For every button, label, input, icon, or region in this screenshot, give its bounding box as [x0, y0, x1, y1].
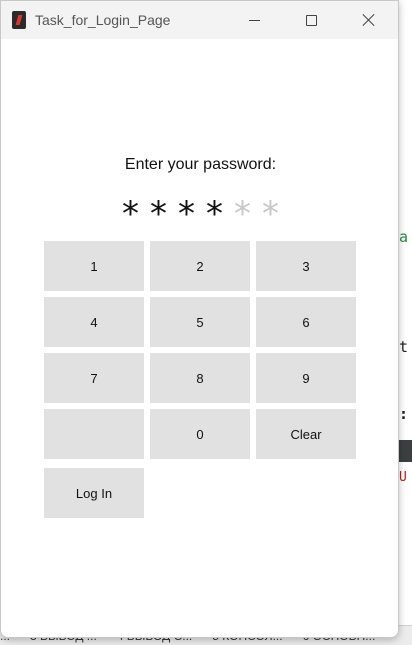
keypad-button-1[interactable]: 1 — [44, 241, 144, 291]
keypad-button-7[interactable]: 7 — [44, 353, 144, 403]
pin-dot-filled: * — [176, 194, 197, 234]
keypad-button-4[interactable]: 4 — [44, 297, 144, 347]
background-code-fragment: t — [399, 338, 409, 356]
background-editor-bar — [399, 440, 412, 462]
pin-dot-filled: * — [148, 194, 169, 234]
close-icon — [362, 13, 376, 27]
clear-button[interactable]: Clear — [256, 409, 356, 459]
maximize-button[interactable] — [288, 1, 334, 39]
maximize-icon — [305, 14, 317, 26]
close-button[interactable] — [346, 1, 392, 39]
title-bar[interactable]: Task_for_Login_Page — [1, 1, 398, 39]
keypad-button-8[interactable]: 8 — [150, 353, 250, 403]
keypad-button-3[interactable]: 3 — [256, 241, 356, 291]
pin-dot-filled: * — [204, 194, 225, 234]
login-window: Task_for_Login_Page Enter your password:… — [0, 0, 399, 638]
pin-dot-empty: * — [232, 194, 253, 234]
background-code-fragment: a — [399, 228, 409, 246]
login-button[interactable]: Log In — [44, 468, 144, 518]
keypad-button-0[interactable]: 0 — [150, 409, 250, 459]
keypad-button-5[interactable]: 5 — [150, 297, 250, 347]
window-title: Task_for_Login_Page — [35, 12, 171, 28]
pin-indicator: * * * * * * — [1, 194, 398, 234]
pin-dot-filled: * — [120, 194, 141, 234]
keypad-button-2[interactable]: 2 — [150, 241, 250, 291]
pin-dot-empty: * — [260, 194, 281, 234]
app-icon — [12, 11, 26, 29]
keypad-button-6[interactable]: 6 — [256, 297, 356, 347]
minimize-icon — [248, 19, 260, 21]
keypad-button-blank[interactable] — [44, 409, 144, 459]
password-prompt: Enter your password: — [124, 156, 277, 173]
background-code-fragment: : — [399, 405, 409, 423]
minimize-button[interactable] — [231, 1, 277, 39]
background-code-fragment: U — [399, 470, 407, 485]
keypad-button-9[interactable]: 9 — [256, 353, 356, 403]
